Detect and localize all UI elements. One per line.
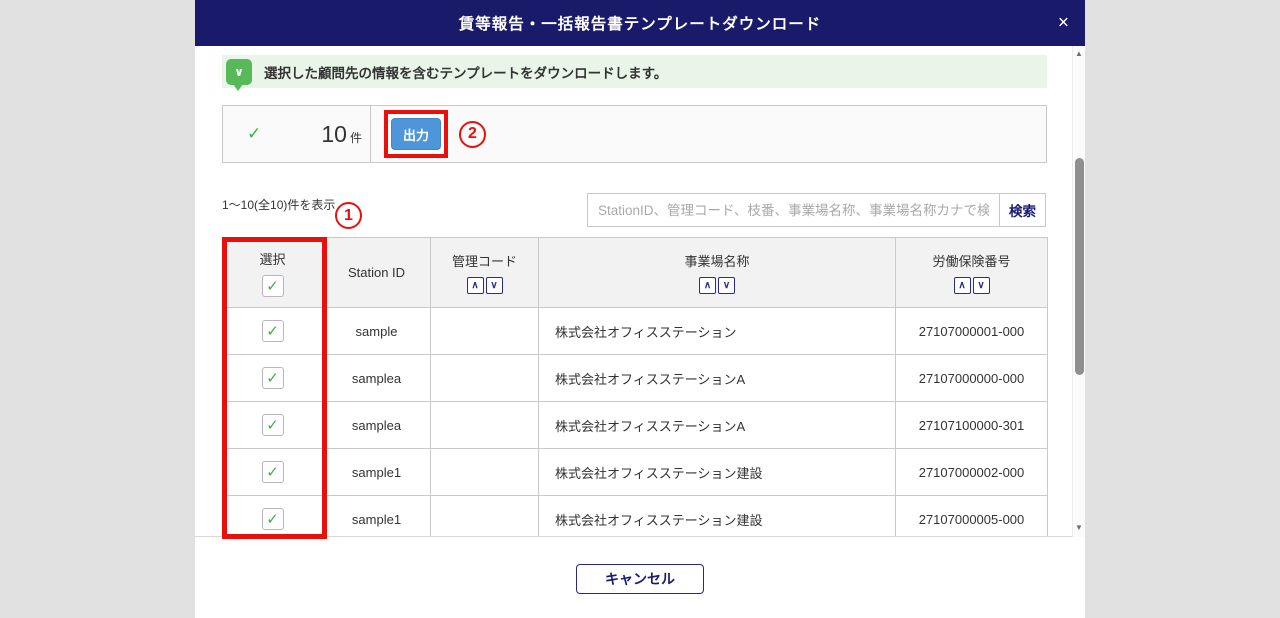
selected-count-wrap: 10 件 <box>321 121 362 148</box>
cancel-button[interactable]: キャンセル <box>576 564 704 594</box>
sort-asc-icon[interactable]: ∧ <box>699 277 716 294</box>
table-row: ✓ sample 株式会社オフィスステーション 27107000001-000 <box>223 308 1048 355</box>
column-label-select: 選択 <box>259 249 285 268</box>
office-name-cell: 株式会社オフィスステーション <box>539 308 896 355</box>
annotation-step-1: 1 <box>335 202 362 229</box>
column-label-station-id: Station ID <box>348 265 405 280</box>
office-name-cell: 株式会社オフィスステーションA <box>539 355 896 402</box>
column-header-select: 選択 ✓ <box>223 238 323 308</box>
template-download-modal: 賃等報告・一括報告書テンプレートダウンロード × ∨ 選択した顧問先の情報を含む… <box>195 0 1085 618</box>
page-background: 賃等報告・一括報告書テンプレートダウンロード × ∨ 選択した顧問先の情報を含む… <box>0 0 1280 618</box>
select-cell: ✓ <box>223 308 323 355</box>
office-name-cell: 株式会社オフィスステーション建設 <box>539 496 896 538</box>
admin-code-cell <box>431 496 539 538</box>
sort-desc-icon[interactable]: ∨ <box>973 277 990 294</box>
chevron-down-icon: ∨ <box>234 65 244 79</box>
row-checkbox[interactable]: ✓ <box>262 414 284 436</box>
select-cell: ✓ <box>223 449 323 496</box>
table-row: ✓ samplea 株式会社オフィスステーションA 27107100000-30… <box>223 402 1048 449</box>
admin-code-cell <box>431 355 539 402</box>
row-checkbox[interactable]: ✓ <box>262 508 284 530</box>
speech-bubble-check-icon: ∨ <box>226 59 252 85</box>
search-input[interactable] <box>587 193 1000 227</box>
station-id-cell: samplea <box>323 355 431 402</box>
column-label-admin-code: 管理コード <box>452 251 517 270</box>
station-id-cell: sample1 <box>323 449 431 496</box>
row-checkbox[interactable]: ✓ <box>262 367 284 389</box>
export-action-section: 出力 2 <box>371 106 486 162</box>
station-id-cell: sample <box>323 308 431 355</box>
selection-count-section: ✓ 10 件 <box>223 106 371 162</box>
admin-code-cell <box>431 308 539 355</box>
insurance-no-cell: 27107000000-000 <box>896 355 1048 402</box>
insurance-no-cell: 27107100000-301 <box>896 402 1048 449</box>
scroll-down-icon[interactable]: ▼ <box>1073 523 1085 533</box>
select-cell: ✓ <box>223 355 323 402</box>
banner-message: 選択した顧問先の情報を含むテンプレートをダウンロードします。 <box>264 62 667 82</box>
display-range-label: 1～10(全10)件を表示 <box>222 196 335 213</box>
search-button[interactable]: 検索 <box>999 193 1046 227</box>
scrollbar-thumb[interactable] <box>1075 158 1084 375</box>
column-header-admin-code: 管理コード ∧ ∨ <box>431 238 539 308</box>
sort-desc-icon[interactable]: ∨ <box>486 277 503 294</box>
select-cell: ✓ <box>223 496 323 538</box>
insurance-no-cell: 27107000001-000 <box>896 308 1048 355</box>
check-icon: ✓ <box>247 124 261 144</box>
modal-header: 賃等報告・一括報告書テンプレートダウンロード × <box>195 0 1085 46</box>
scrollbar[interactable]: ▲ ▼ <box>1072 46 1085 537</box>
select-cell: ✓ <box>223 402 323 449</box>
table-row: ✓ samplea 株式会社オフィスステーションA 27107000000-00… <box>223 355 1048 402</box>
sort-asc-icon[interactable]: ∧ <box>954 277 971 294</box>
column-header-station-id: Station ID <box>323 238 431 308</box>
row-checkbox[interactable]: ✓ <box>262 320 284 342</box>
station-id-cell: samplea <box>323 402 431 449</box>
column-header-insurance-no: 労働保険番号 ∧ ∨ <box>896 238 1048 308</box>
sort-asc-icon[interactable]: ∧ <box>467 277 484 294</box>
annotation-box-export: 出力 <box>384 110 448 158</box>
modal-title: 賃等報告・一括報告書テンプレートダウンロード <box>459 12 822 34</box>
client-table: 選択 ✓ Station ID 管理コード ∧ <box>222 237 1048 537</box>
table-row: ✓ sample1 株式会社オフィスステーション建設 27107000002-0… <box>223 449 1048 496</box>
info-banner: ∨ 選択した顧問先の情報を含むテンプレートをダウンロードします。 <box>222 55 1047 88</box>
insurance-no-cell: 27107000005-000 <box>896 496 1048 538</box>
column-label-insurance-no: 労働保険番号 <box>932 251 1010 270</box>
office-name-cell: 株式会社オフィスステーションA <box>539 402 896 449</box>
sort-desc-icon[interactable]: ∨ <box>718 277 735 294</box>
selected-count: 10 <box>321 121 347 148</box>
table-row: ✓ sample1 株式会社オフィスステーション建設 27107000005-0… <box>223 496 1048 538</box>
column-label-office-name: 事業場名称 <box>684 251 749 270</box>
modal-scroll-area: ∨ 選択した顧問先の情報を含むテンプレートをダウンロードします。 ✓ 10 件 … <box>195 46 1072 537</box>
export-button[interactable]: 出力 <box>391 118 441 150</box>
export-bar: ✓ 10 件 出力 2 <box>222 105 1047 163</box>
station-id-cell: sample1 <box>323 496 431 538</box>
admin-code-cell <box>431 449 539 496</box>
admin-code-cell <box>431 402 539 449</box>
insurance-no-cell: 27107000002-000 <box>896 449 1048 496</box>
office-name-cell: 株式会社オフィスステーション建設 <box>539 449 896 496</box>
select-all-checkbox[interactable]: ✓ <box>262 275 284 297</box>
annotation-step-2: 2 <box>459 121 486 148</box>
scroll-up-icon[interactable]: ▲ <box>1073 49 1085 59</box>
search-group: 検索 <box>587 193 1046 227</box>
table-header-row: 選択 ✓ Station ID 管理コード ∧ <box>223 238 1048 308</box>
close-icon[interactable]: × <box>1058 14 1069 33</box>
column-header-office-name: 事業場名称 ∧ ∨ <box>539 238 896 308</box>
selected-count-unit: 件 <box>350 129 362 146</box>
row-checkbox[interactable]: ✓ <box>262 461 284 483</box>
